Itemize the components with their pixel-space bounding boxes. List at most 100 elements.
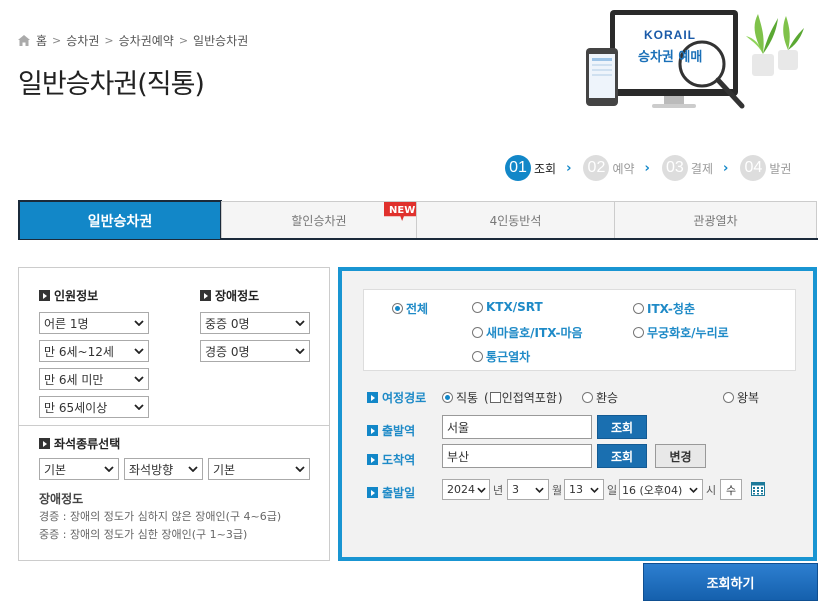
breadcrumb-separator: > — [178, 34, 189, 47]
row-label-text: 도착역 — [382, 453, 416, 467]
chevron-down-icon — [293, 462, 307, 476]
child-select[interactable]: 만 6세~12세 — [39, 340, 149, 362]
arrival-input[interactable]: 부산 — [442, 444, 592, 468]
select-value: 만 6세~12세 — [44, 344, 114, 359]
route-transfer-radio[interactable]: 환승 — [582, 389, 618, 406]
hero-illustration: KORAIL 승차권 예매 — [582, 6, 812, 114]
step-payment: 03 결제 › — [661, 155, 740, 181]
select-value: 경증 0명 — [205, 344, 250, 359]
section-label: 인원정보 — [54, 289, 99, 303]
tab-four-person-seat[interactable]: 4인동반석 — [416, 201, 615, 238]
departure-date-label: 출발일 — [367, 484, 415, 501]
arrival-search-button[interactable]: 조회 — [597, 444, 647, 468]
section-label: 장애정도 — [215, 289, 260, 303]
weekday-display: 수 — [720, 479, 742, 500]
row-label-text: 출발역 — [382, 424, 416, 438]
train-ktx-radio[interactable]: KTX/SRT — [472, 300, 543, 314]
chevron-down-icon — [587, 483, 601, 497]
step-issue: 04 발권 — [740, 155, 791, 181]
chevron-right-icon: › — [566, 160, 572, 176]
tab-discount-ticket[interactable]: 할인승차권 NEW — [221, 201, 421, 238]
step-label: 발권 — [769, 161, 792, 176]
radio-selected-icon — [442, 392, 453, 403]
disability-note-severe: 중증 : 장애의 정도가 심한 장애인(구 1~3급) — [39, 528, 248, 541]
seat-option-select[interactable]: 기본 — [208, 458, 310, 480]
departure-search-button[interactable]: 조회 — [597, 415, 647, 439]
day-select[interactable]: 13 — [564, 479, 604, 500]
breadcrumb-separator: > — [104, 34, 114, 47]
section-divider — [19, 425, 329, 426]
tab-label: 할인승차권 — [291, 213, 347, 228]
route-round-trip-radio[interactable]: 왕복 — [723, 389, 759, 406]
disability-title: 장애정도 — [200, 287, 259, 304]
breadcrumb-current: 일반승차권 — [193, 34, 249, 48]
chevron-down-icon — [132, 400, 146, 414]
breadcrumb-ticket[interactable]: 승차권 — [66, 32, 99, 49]
select-value: 어른 1명 — [44, 316, 89, 331]
select-value: 중증 0명 — [205, 316, 250, 331]
page-title: 일반승차권(직통) — [18, 69, 205, 100]
train-all-radio[interactable]: 전체 — [392, 300, 428, 317]
departure-input[interactable]: 서울 — [442, 415, 592, 439]
breadcrumb-home[interactable]: 홈 — [36, 32, 47, 49]
train-saemaeul-radio[interactable]: 새마을호/ITX-마음 — [472, 324, 583, 341]
passenger-info-title: 인원정보 — [39, 287, 98, 304]
select-value: 기본 — [213, 462, 236, 477]
seat-type-select[interactable]: 기본 — [39, 458, 119, 480]
senior-select[interactable]: 만 65세이상 — [39, 396, 149, 418]
radio-label: 새마을호/ITX-마음 — [486, 326, 583, 340]
train-mugunghwa-radio[interactable]: 무궁화호/누리로 — [633, 324, 729, 341]
chevron-right-icon: › — [644, 160, 650, 176]
new-badge: NEW — [384, 202, 421, 221]
tab-tour-train[interactable]: 관광열차 — [614, 201, 817, 238]
breadcrumb-separator: > — [52, 34, 62, 47]
seat-direction-select[interactable]: 좌석방향 — [124, 458, 203, 480]
step-number: 02 — [583, 155, 610, 181]
route-label: 여정경로 — [367, 389, 426, 406]
checkbox-icon[interactable] — [489, 392, 501, 403]
mild-disability-select[interactable]: 경증 0명 — [200, 340, 310, 362]
select-value: 기본 — [44, 462, 67, 477]
day-unit: 일 — [607, 484, 618, 497]
home-icon[interactable] — [18, 35, 30, 46]
chevron-down-icon — [102, 462, 116, 476]
route-direct-radio[interactable]: 직통 — [442, 389, 478, 406]
step-label: 조회 — [534, 161, 557, 176]
chevron-down-icon — [475, 483, 487, 497]
year-select[interactable]: 2024 — [442, 479, 490, 500]
adult-select[interactable]: 어른 1명 — [39, 312, 149, 334]
tab-general-ticket[interactable]: 일반승차권 — [18, 200, 222, 239]
checkbox-label: 인접역포함 — [501, 391, 557, 405]
select-value: 만 65세이상 — [44, 400, 108, 415]
search-trains-button[interactable]: 조회하기 — [643, 563, 818, 601]
select-value: 3 — [512, 483, 519, 496]
train-type-box: 전체 KTX/SRT ITX-청춘 새마을호/ITX-마음 무궁화호/누리로 통… — [363, 289, 796, 371]
radio-label: 왕복 — [737, 391, 760, 405]
hour-select[interactable]: 16 (오후04) — [619, 479, 703, 500]
radio-icon — [472, 351, 483, 362]
passenger-panel: 인원정보 장애정도 어른 1명 중증 0명 만 6세~12세 경증 0명 만 6… — [18, 267, 330, 561]
infant-select[interactable]: 만 6세 미만 — [39, 368, 149, 390]
step-number: 03 — [661, 155, 688, 181]
month-select[interactable]: 3 — [507, 479, 549, 500]
train-commuter-radio[interactable]: 통근열차 — [472, 348, 530, 365]
calendar-icon[interactable] — [751, 482, 765, 496]
train-itx-cheongchun-radio[interactable]: ITX-청춘 — [633, 300, 695, 317]
step-reserve: 02 예약 › — [583, 155, 661, 181]
swap-stations-button[interactable]: 변경 — [655, 444, 706, 468]
radio-label: 무궁화호/누리로 — [647, 326, 729, 340]
route-nearby-checkbox[interactable]: ( 인접역포함 ) — [484, 389, 563, 406]
chevron-right-icon: › — [723, 160, 729, 176]
radio-label: 직통 — [456, 391, 479, 405]
progress-steps: 01 조회 › 02 예약 › 03 결제 › 04 발권 — [505, 155, 791, 181]
hero-caption: 승차권 예매 — [638, 50, 703, 65]
severe-disability-select[interactable]: 중증 0명 — [200, 312, 310, 334]
paren-text: ) — [557, 390, 563, 405]
select-value: 좌석방향 — [129, 462, 174, 477]
disability-note-title: 장애정도 — [39, 492, 84, 506]
row-label-text: 여정경로 — [382, 391, 427, 405]
radio-icon — [472, 301, 483, 313]
breadcrumb-reservation[interactable]: 승차권예약 — [119, 32, 174, 49]
radio-label: 통근열차 — [486, 350, 531, 364]
bullet-icon — [367, 425, 378, 436]
